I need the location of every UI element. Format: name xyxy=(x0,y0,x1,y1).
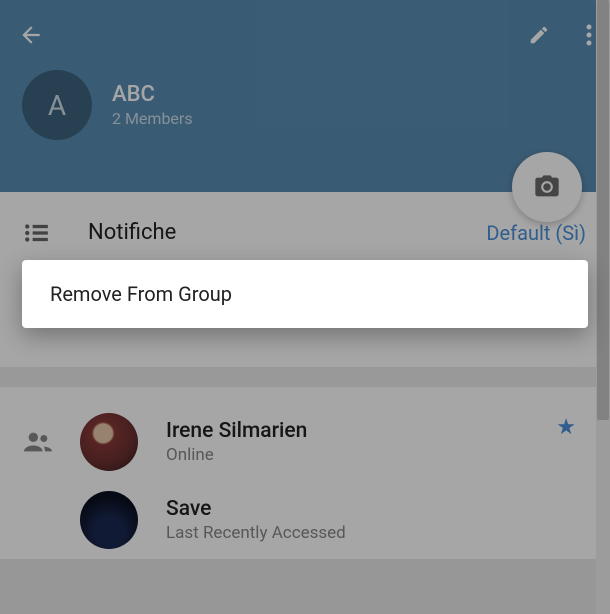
remove-from-group-option[interactable]: Remove From Group xyxy=(50,282,560,306)
context-menu: Remove From Group xyxy=(22,260,588,328)
